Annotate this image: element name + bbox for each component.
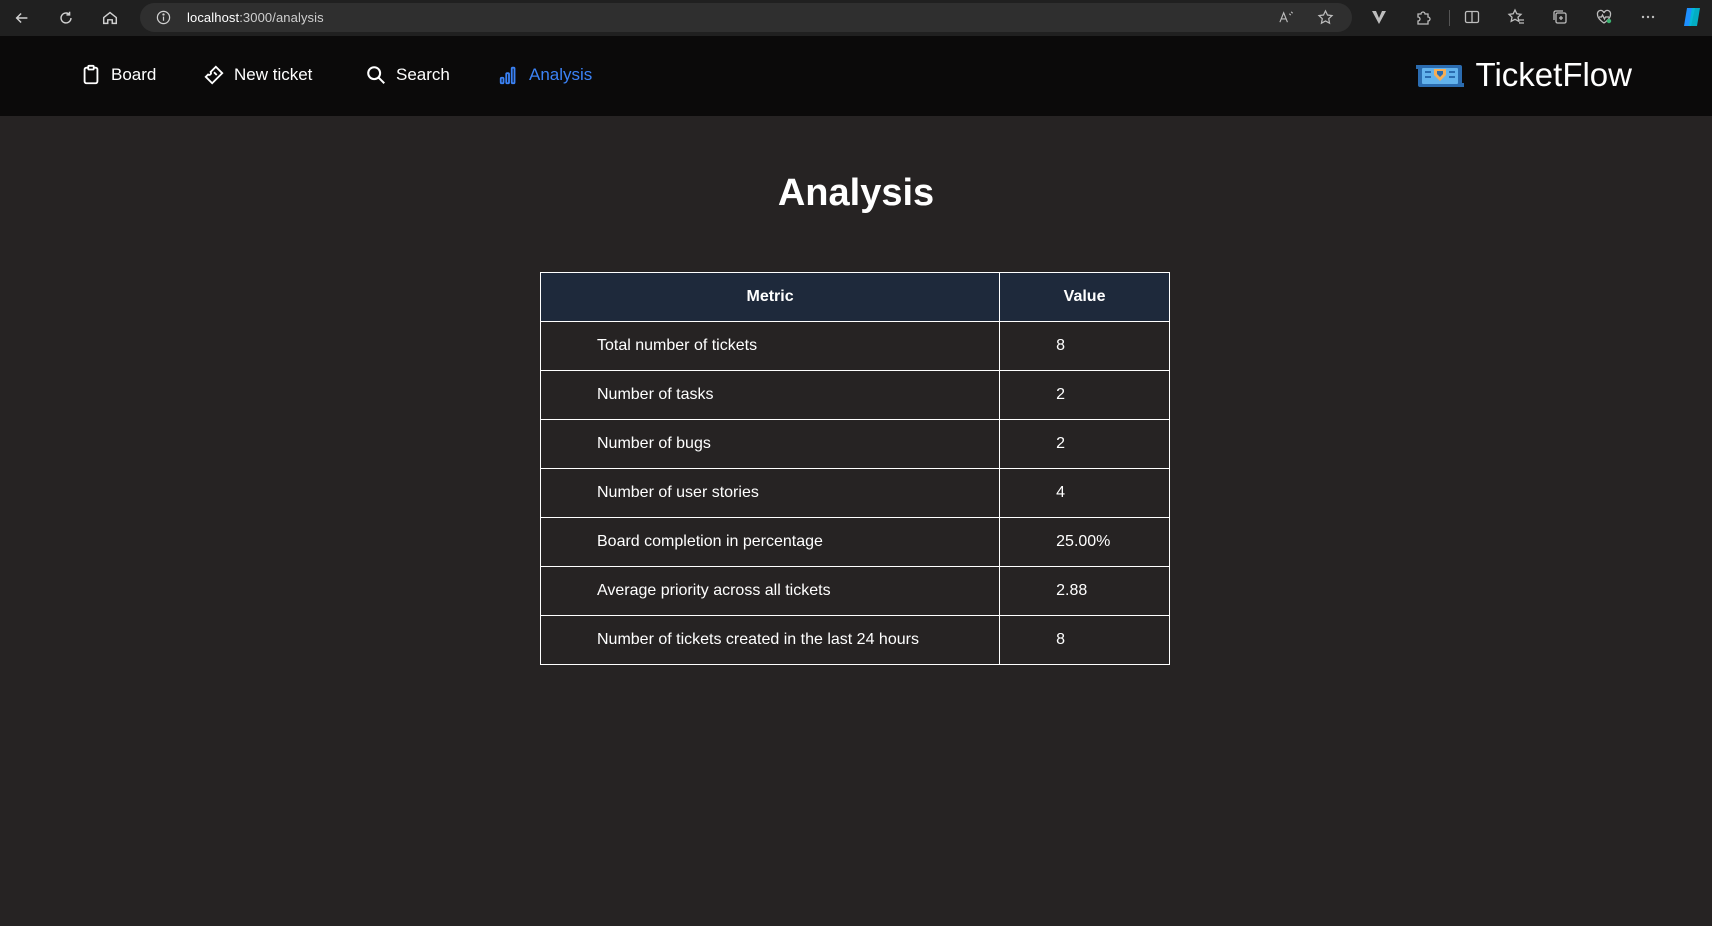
nav-search[interactable]: Search — [365, 64, 450, 86]
bar-chart-icon — [499, 66, 516, 85]
table-header-row: Metric Value — [539, 272, 1170, 322]
column-header-value: Value — [999, 272, 1170, 322]
nav-search-label: Search — [396, 65, 450, 84]
table-row: Number of tasks 2 — [539, 370, 1170, 420]
nav-analysis[interactable]: Analysis — [498, 64, 592, 86]
read-aloud-icon[interactable] — [1278, 9, 1295, 26]
more-menu-icon[interactable] — [1639, 8, 1657, 26]
metric-cell: Total number of tickets — [539, 321, 1001, 371]
ticket-logo-icon — [1415, 65, 1464, 87]
reload-button[interactable] — [55, 7, 77, 29]
home-button[interactable] — [99, 7, 121, 29]
metric-cell: Number of user stories — [539, 468, 1001, 518]
metric-cell: Average priority across all tickets — [539, 566, 1001, 616]
nav-new-ticket-label: New ticket — [234, 65, 313, 84]
value-cell: 8 — [999, 321, 1170, 371]
value-cell: 2 — [999, 419, 1170, 469]
metrics-table: Metric Value Total number of tickets 8 N… — [539, 272, 1170, 665]
favorite-star-icon[interactable] — [1317, 9, 1334, 26]
copilot-icon[interactable] — [1680, 5, 1704, 29]
brand-name: TicketFlow — [1475, 56, 1632, 93]
metric-cell: Board completion in percentage — [539, 517, 1001, 567]
table-row: Average priority across all tickets 2.88 — [539, 566, 1170, 616]
extension-v-icon[interactable] — [1370, 8, 1388, 26]
extensions-puzzle-icon[interactable] — [1414, 8, 1432, 26]
nav-board[interactable]: Board — [80, 64, 156, 86]
back-button[interactable] — [11, 7, 33, 29]
home-icon — [102, 11, 118, 25]
value-cell: 8 — [999, 615, 1170, 665]
nav-new-ticket[interactable]: New ticket — [203, 64, 312, 86]
toolbar-divider — [1449, 10, 1450, 26]
address-bar[interactable]: localhost:3000/analysis — [140, 3, 1352, 32]
browser-essentials-icon[interactable] — [1595, 8, 1613, 26]
collections-icon[interactable] — [1551, 8, 1569, 26]
ticket-icon — [204, 65, 224, 85]
page-title: Analysis — [777, 172, 935, 214]
nav-board-label: Board — [111, 65, 157, 84]
metric-cell: Number of tasks — [539, 370, 1001, 420]
column-header-metric: Metric — [539, 272, 1001, 322]
reload-icon — [60, 11, 72, 24]
metric-cell: Number of tickets created in the last 24… — [539, 615, 1001, 665]
brand[interactable]: TicketFlow — [1415, 56, 1632, 94]
table-row: Number of bugs 2 — [539, 419, 1170, 469]
table-row: Number of user stories 4 — [539, 468, 1170, 518]
app-header: Board New ticket Search Analysis TicketF… — [0, 36, 1712, 116]
value-cell: 25.00% — [999, 517, 1170, 567]
browser-toolbar: localhost:3000/analysis — [0, 0, 1712, 36]
table-row: Number of tickets created in the last 24… — [539, 615, 1170, 665]
table-row: Board completion in percentage 25.00% — [539, 517, 1170, 567]
search-icon — [367, 66, 385, 84]
split-screen-icon[interactable] — [1463, 8, 1481, 26]
table-row: Total number of tickets 8 — [539, 321, 1170, 371]
url-path: :3000/analysis — [239, 10, 324, 25]
nav-analysis-label: Analysis — [529, 65, 593, 84]
value-cell: 2 — [999, 370, 1170, 420]
value-cell: 2.88 — [999, 566, 1170, 616]
favorites-icon[interactable] — [1507, 8, 1525, 26]
arrow-left-icon — [15, 12, 28, 24]
url-text[interactable]: localhost:3000/analysis — [187, 10, 324, 25]
clipboard-icon — [83, 64, 99, 85]
metric-cell: Number of bugs — [539, 419, 1001, 469]
info-icon[interactable] — [156, 10, 171, 25]
value-cell: 4 — [999, 468, 1170, 518]
url-host: localhost — [187, 10, 240, 25]
